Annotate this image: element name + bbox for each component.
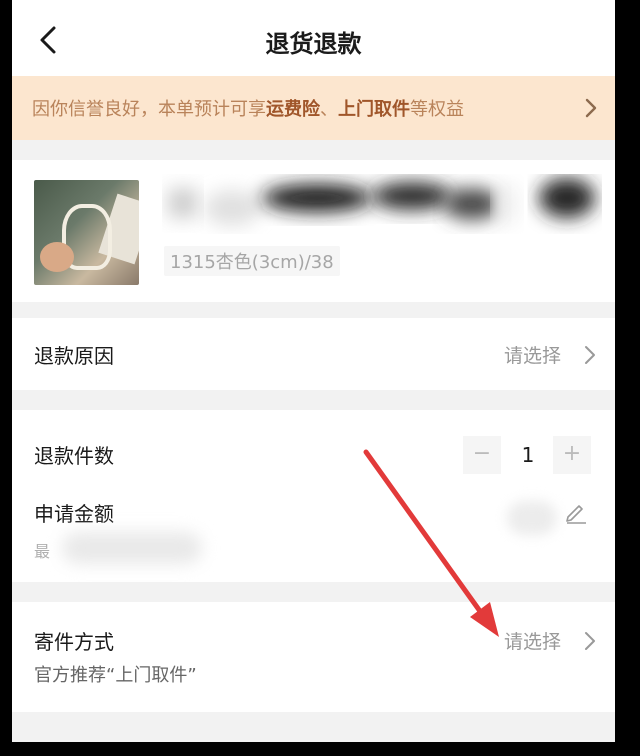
notice-separator: 、	[320, 99, 338, 120]
chevron-right-icon	[585, 98, 597, 118]
shipping-recommendation: 官方推荐“上门取件”	[34, 665, 197, 686]
product-card[interactable]: 1315杏色(3cm)/38	[12, 160, 615, 302]
notice-highlight-shipping-insurance: 运费险	[266, 99, 320, 120]
screen: 退货退款 因你信誉良好，本单预计可享运费险、上门取件等权益 1315杏色(3cm…	[12, 0, 615, 742]
shipping-method-placeholder: 请选择	[504, 631, 562, 653]
blurred-max-amount	[62, 532, 202, 564]
refund-quantity-amount-card: 退款件数 − 1 + 申请金额 最	[12, 410, 615, 582]
qty-value: 1	[521, 443, 535, 467]
max-amount-prefix: 最	[34, 542, 51, 561]
shipping-method-row[interactable]: 寄件方式 请选择 官方推荐“上门取件”	[12, 602, 615, 712]
header-bar: 退货退款	[12, 0, 615, 76]
blurred-amount-value	[507, 501, 557, 535]
benefits-notice-banner[interactable]: 因你信誉良好，本单预计可享运费险、上门取件等权益	[12, 76, 615, 140]
refund-reason-row[interactable]: 退款原因 请选择	[12, 318, 615, 390]
product-spec: 1315杏色(3cm)/38	[164, 246, 340, 276]
page-title: 退货退款	[265, 30, 362, 58]
notice-text: 因你信誉良好，本单预计可享运费险、上门取件等权益	[32, 95, 464, 121]
refund-reason-placeholder: 请选择	[504, 345, 562, 367]
refund-qty-label: 退款件数	[34, 444, 114, 468]
screen-edge	[615, 0, 640, 756]
amount-label: 申请金额	[34, 502, 114, 526]
blurred-product-title	[168, 178, 595, 226]
product-thumbnail	[34, 180, 139, 285]
notice-prefix: 因你信誉良好，本单预计可享	[32, 99, 266, 120]
notice-highlight-pickup: 上门取件	[338, 99, 410, 120]
pencil-icon[interactable]	[564, 500, 588, 524]
notice-suffix: 等权益	[410, 99, 464, 120]
shipping-method-label: 寄件方式	[34, 630, 114, 654]
qty-increase-button[interactable]: +	[553, 436, 591, 474]
refund-reason-label: 退款原因	[34, 344, 114, 368]
product-thumbnail-hand	[40, 242, 74, 272]
qty-decrease-button[interactable]: −	[463, 436, 501, 474]
chevron-right-icon	[585, 346, 595, 364]
chevron-right-icon	[585, 632, 595, 650]
